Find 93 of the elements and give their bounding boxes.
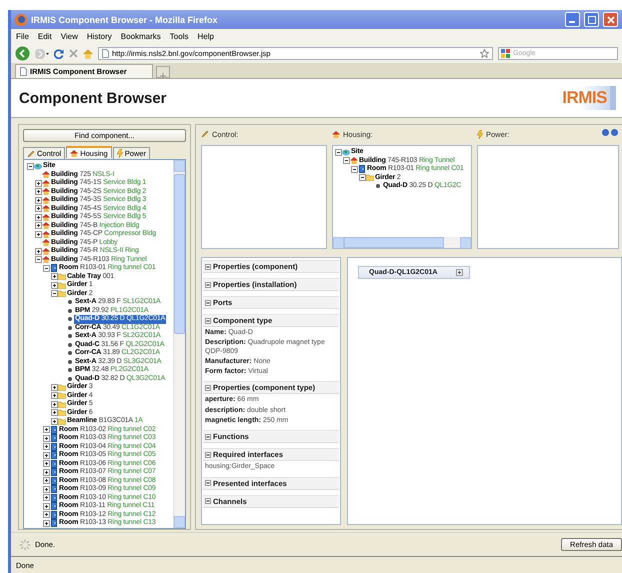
- collapse-icon[interactable]: [205, 480, 211, 486]
- maximize-button[interactable]: [584, 12, 599, 27]
- page-title: Component Browser: [19, 90, 167, 106]
- expand-icon[interactable]: [42, 511, 50, 518]
- menu-item[interactable]: File: [16, 32, 29, 41]
- house-icon: [350, 157, 358, 164]
- expand-icon[interactable]: [34, 214, 42, 221]
- globe-icon: [342, 148, 350, 156]
- house-icon: [70, 150, 78, 156]
- expand-icon[interactable]: [50, 282, 58, 289]
- expand-icon[interactable]: [50, 384, 58, 391]
- menu-item[interactable]: Edit: [38, 32, 52, 41]
- door-icon: [359, 165, 365, 174]
- expand-icon[interactable]: [456, 269, 463, 276]
- forward-icon[interactable]: [35, 48, 49, 58]
- house-icon: [332, 130, 340, 138]
- dot-icon: [68, 334, 72, 338]
- menu-item[interactable]: Bookmarks: [120, 32, 161, 41]
- collapse-icon[interactable]: [350, 166, 358, 173]
- back-icon[interactable]: [15, 46, 30, 61]
- collapse-icon[interactable]: [205, 434, 211, 440]
- globe-icon: [34, 162, 42, 170]
- collapse-icon[interactable]: [205, 498, 211, 504]
- expand-icon[interactable]: [50, 400, 58, 408]
- expand-icon[interactable]: [34, 230, 42, 238]
- expand-icon[interactable]: [42, 477, 50, 484]
- collapse-icon[interactable]: [34, 256, 42, 264]
- expand-icon[interactable]: [42, 426, 50, 434]
- collapse-icon[interactable]: [334, 148, 342, 156]
- expand-icon[interactable]: [42, 452, 50, 459]
- collapse-icon[interactable]: [205, 264, 211, 270]
- expand-icon[interactable]: [42, 434, 50, 442]
- search-engine-icon: [501, 49, 510, 58]
- dot-icon: [68, 376, 72, 381]
- lightning-icon: [477, 130, 483, 138]
- dot-icon: [68, 342, 72, 347]
- expand-icon[interactable]: [50, 418, 58, 425]
- expand-icon[interactable]: [42, 443, 50, 450]
- expand-icon[interactable]: [42, 520, 50, 527]
- dot-icon: [376, 184, 380, 188]
- plus-icon: [160, 73, 166, 79]
- door-icon: [51, 264, 57, 272]
- expand-icon[interactable]: [34, 222, 42, 230]
- scrollbar[interactable]: [173, 160, 185, 528]
- collapse-icon[interactable]: [358, 174, 366, 182]
- menu-item[interactable]: Tools: [170, 32, 188, 41]
- expand-icon[interactable]: [34, 205, 42, 212]
- expand-icon[interactable]: [50, 409, 58, 416]
- window-title: IRMIS Component Browser - Mozilla Firefox: [31, 14, 219, 24]
- firefox-icon: [15, 14, 27, 26]
- dot-icon: [68, 308, 72, 313]
- dot-icon: [68, 317, 72, 322]
- expand-icon[interactable]: [34, 188, 42, 196]
- expand-icon[interactable]: [42, 486, 50, 493]
- collapse-icon[interactable]: [42, 264, 50, 272]
- menu-item[interactable]: View: [60, 32, 78, 41]
- collapse-icon[interactable]: [50, 290, 58, 298]
- expand-icon[interactable]: [42, 494, 50, 502]
- expand-icon[interactable]: [42, 468, 50, 476]
- dot-icon: [68, 368, 72, 372]
- minimize-button[interactable]: [565, 12, 580, 27]
- reload-icon[interactable]: [54, 48, 64, 58]
- page-icon: [20, 67, 27, 76]
- pencil-icon: [201, 130, 209, 138]
- close-button[interactable]: [603, 12, 618, 27]
- collapse-icon[interactable]: [205, 282, 211, 288]
- collapse-icon[interactable]: [342, 157, 350, 164]
- collapse-icon[interactable]: [205, 300, 211, 306]
- dot-icon: [68, 326, 72, 330]
- collapse-icon[interactable]: [205, 384, 211, 391]
- maximize-icon: [588, 16, 596, 24]
- menu-item[interactable]: History: [86, 32, 112, 41]
- expand-icon[interactable]: [34, 196, 42, 204]
- folder-icon: [366, 174, 374, 182]
- dot-icon: [68, 351, 72, 356]
- page-icon: [102, 49, 109, 58]
- expand-icon[interactable]: [50, 273, 58, 280]
- close-icon: [606, 16, 614, 24]
- dot-icon: [68, 300, 72, 304]
- expand-icon[interactable]: [50, 392, 58, 400]
- spinner-icon: [19, 538, 31, 550]
- menu-item[interactable]: Help: [197, 32, 214, 41]
- scrollbar[interactable]: [333, 237, 471, 248]
- lightning-icon: [116, 149, 123, 158]
- dot-icon: [68, 360, 72, 364]
- expand-icon[interactable]: [42, 460, 50, 468]
- expand-icon[interactable]: [34, 248, 42, 255]
- collapse-icon[interactable]: [205, 318, 211, 324]
- collapse-icon[interactable]: [26, 162, 34, 170]
- collapse-icon[interactable]: [205, 452, 211, 458]
- star-icon[interactable]: [480, 49, 489, 58]
- expand-icon[interactable]: [42, 502, 50, 510]
- expand-icon[interactable]: [34, 180, 42, 187]
